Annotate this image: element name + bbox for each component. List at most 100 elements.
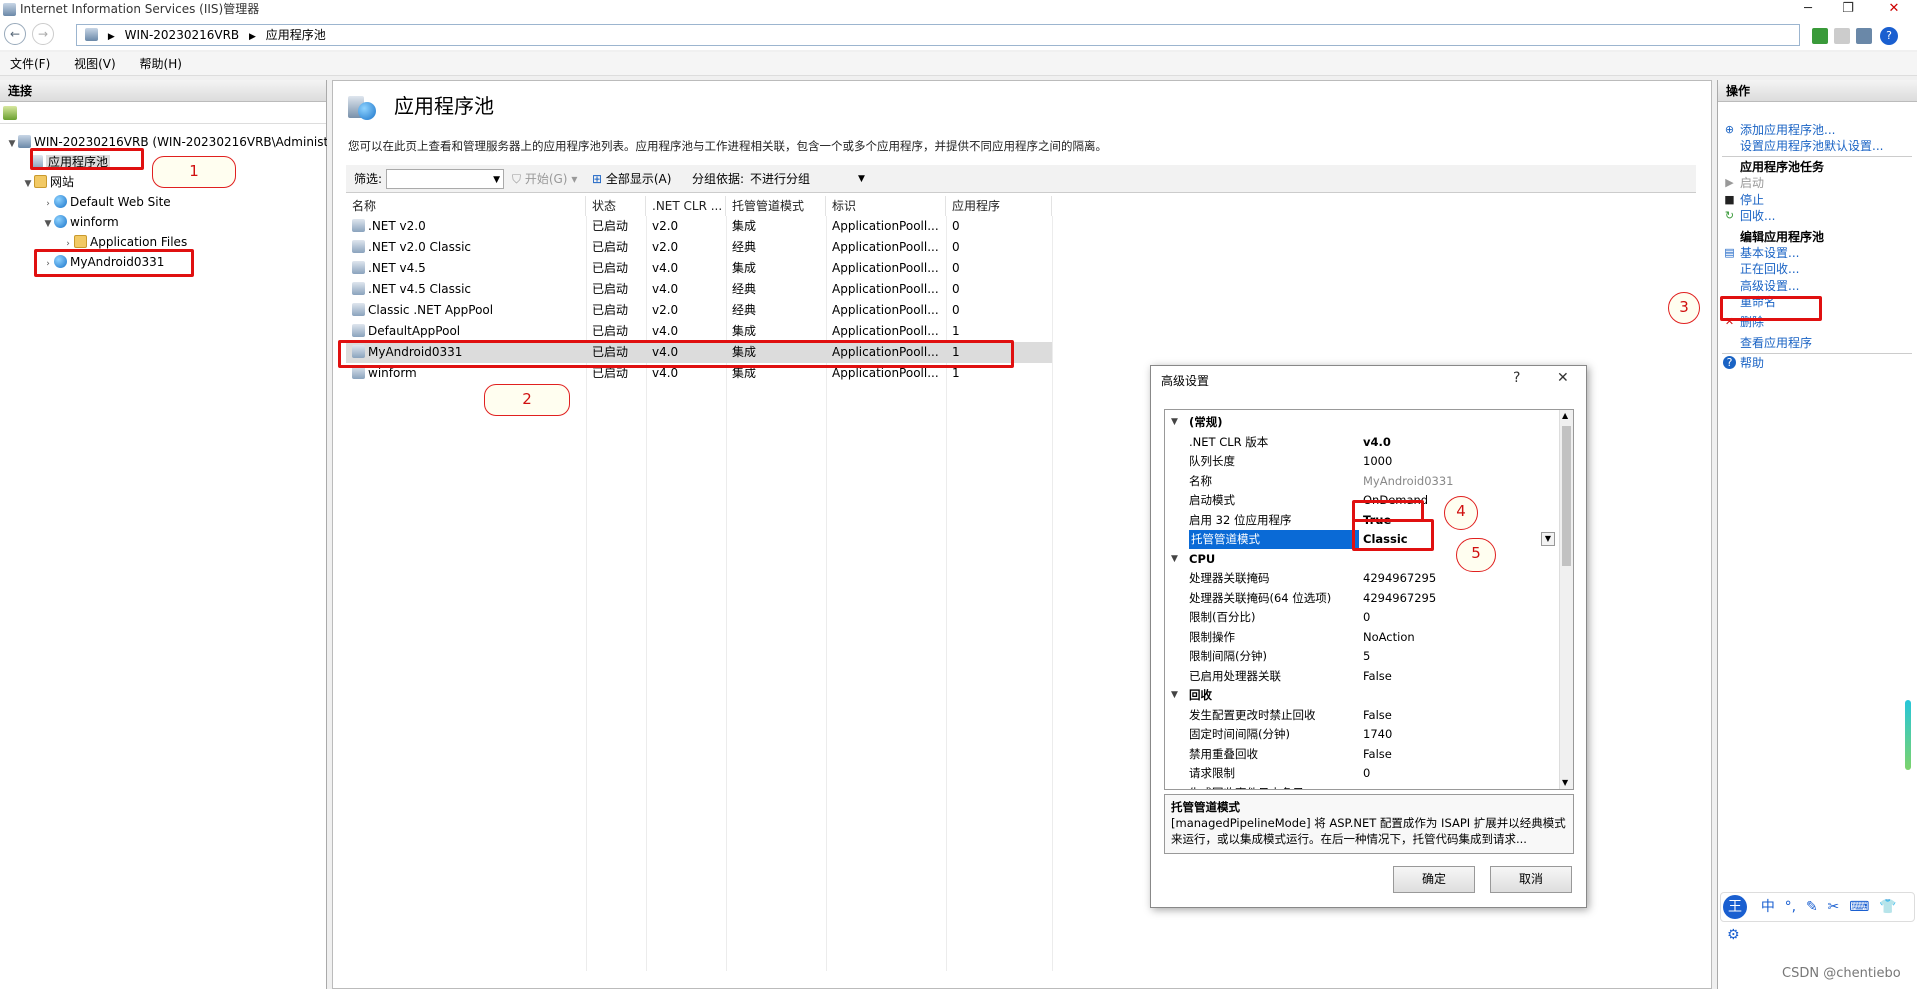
property-value[interactable]: False xyxy=(1363,706,1553,725)
property-row[interactable]: 名称 MyAndroid0331 xyxy=(1165,472,1561,491)
property-row[interactable]: 发生配置更改时禁止回收 False xyxy=(1165,706,1561,725)
ime-punctuation-icon[interactable]: °, xyxy=(1785,893,1796,921)
ime-keyboard-icon[interactable]: ⌨ xyxy=(1849,893,1869,921)
action-link[interactable]: 查看应用程序 xyxy=(1740,333,1812,353)
property-value[interactable]: False xyxy=(1363,745,1553,764)
property-row[interactable]: 限制间隔(分钟) 5 xyxy=(1165,647,1561,666)
filter-input[interactable]: ▼ xyxy=(386,169,504,189)
action-link[interactable]: 设置应用程序池默认设置... xyxy=(1740,136,1883,156)
breadcrumb-server[interactable]: WIN-20230216VRB xyxy=(125,28,240,42)
chevron-down-icon[interactable]: ▼ xyxy=(1171,413,1178,432)
property-value[interactable]: 4294967295 xyxy=(1363,589,1553,608)
tree-item-default-web-site[interactable]: › Default Web Site xyxy=(0,192,327,212)
table-row[interactable]: DefaultAppPool 已启动 v4.0 集成 ApplicationPooll.… xyxy=(346,321,1052,342)
column-header-pipeline[interactable]: 托管管道模式 xyxy=(726,196,826,216)
menu-file[interactable]: 文件(F) xyxy=(0,52,60,76)
property-value[interactable]: NoAction xyxy=(1363,628,1553,647)
scrollbar-thumb[interactable] xyxy=(1562,426,1571,566)
maximize-button[interactable]: ❐ xyxy=(1825,0,1871,20)
property-row[interactable]: 限制(百分比) 0 xyxy=(1165,608,1561,627)
property-row[interactable]: 处理器关联掩码 4294967295 xyxy=(1165,569,1561,588)
chevron-down-icon[interactable]: ▼ xyxy=(6,134,18,152)
connections-toolbar xyxy=(0,102,326,124)
show-all-button[interactable]: ⊞ 全部显示(A) xyxy=(592,165,671,193)
new-connection-icon[interactable] xyxy=(3,106,17,120)
start-filter-button[interactable]: ⛉ 开始(G) ▾ xyxy=(512,165,577,193)
property-value[interactable]: 0 xyxy=(1363,608,1553,627)
close-window-button[interactable]: ✕ xyxy=(1871,0,1917,20)
dialog-close-button[interactable]: ✕ xyxy=(1557,370,1569,386)
chevron-down-icon[interactable]: ▼ xyxy=(1171,686,1178,705)
help-nav-icon[interactable]: ? xyxy=(1880,27,1898,45)
property-scrollbar[interactable]: ▲ ▼ xyxy=(1559,410,1573,789)
property-row[interactable]: .NET CLR 版本 v4.0 xyxy=(1165,433,1561,452)
action-link[interactable]: 帮助 xyxy=(1740,353,1764,373)
property-value[interactable]: 1740 xyxy=(1363,725,1553,744)
chevron-right-icon[interactable]: › xyxy=(42,194,54,212)
back-button[interactable]: ← xyxy=(4,23,26,45)
property-value[interactable]: 4294967295 xyxy=(1363,569,1553,588)
property-row[interactable]: 已启用处理器关联 False xyxy=(1165,667,1561,686)
scroll-down-icon[interactable]: ▼ xyxy=(1562,778,1568,787)
column-header-identity[interactable]: 标识 xyxy=(826,196,946,216)
tree-item-winform[interactable]: ▼ winform xyxy=(0,212,327,232)
menu-view[interactable]: 视图(V) xyxy=(64,52,126,76)
chevron-down-icon[interactable]: ▼ xyxy=(22,174,34,192)
ime-handwriting-icon[interactable]: ✎ xyxy=(1806,893,1818,921)
column-header-apps[interactable]: 应用程序 xyxy=(946,196,1052,216)
table-row[interactable]: .NET v2.0 已启动 v2.0 集成 ApplicationPooll... 0 xyxy=(346,216,1052,237)
cell-text: 集成 xyxy=(732,324,757,338)
chevron-down-icon[interactable]: ▼ xyxy=(1171,550,1178,569)
table-row[interactable]: .NET v4.5 已启动 v4.0 集成 ApplicationPooll... 0 xyxy=(346,258,1052,279)
property-row[interactable]: 禁用重叠回收 False xyxy=(1165,745,1561,764)
column-header-clr[interactable]: .NET CLR ... xyxy=(646,196,726,216)
ime-settings-icon[interactable]: ⚙ xyxy=(1727,921,1740,949)
ok-button[interactable]: 确定 xyxy=(1393,866,1475,893)
breadcrumb-app-pools[interactable]: 应用程序池 xyxy=(266,28,326,42)
property-row[interactable]: 队列长度 1000 xyxy=(1165,452,1561,471)
home-icon[interactable] xyxy=(1856,28,1872,44)
forward-button[interactable]: → xyxy=(32,23,54,45)
property-row[interactable]: › 生成回收事件日志条目 xyxy=(1165,784,1561,790)
property-category[interactable]: ▼ CPU xyxy=(1165,550,1561,569)
property-row[interactable]: 限制操作 NoAction xyxy=(1165,628,1561,647)
property-category[interactable]: ▼ (常规) xyxy=(1165,413,1561,432)
dropdown-arrow-icon[interactable]: ▼ xyxy=(1541,532,1555,546)
refresh-icon[interactable] xyxy=(1812,28,1828,44)
property-value[interactable]: 1000 xyxy=(1363,452,1553,471)
property-row[interactable]: 固定时间间隔(分钟) 1740 xyxy=(1165,725,1561,744)
settings-icon: ▤ xyxy=(1724,246,1735,259)
chevron-right-icon[interactable]: › xyxy=(1173,784,1177,790)
table-row[interactable]: Classic .NET AppPool 已启动 v2.0 经典 Application… xyxy=(346,300,1052,321)
column-header-name[interactable]: 名称 xyxy=(346,196,586,216)
property-row[interactable]: 请求限制 0 xyxy=(1165,764,1561,783)
dialog-help-button[interactable]: ? xyxy=(1513,370,1520,386)
column-header-status[interactable]: 状态 xyxy=(586,196,646,216)
cell-text: 0 xyxy=(952,240,960,254)
group-by-select[interactable]: 不进行分组 ▼ xyxy=(750,165,868,193)
cancel-button[interactable]: 取消 xyxy=(1490,866,1572,893)
property-value[interactable]: False xyxy=(1363,667,1553,686)
property-row[interactable]: 处理器关联掩码(64 位选项) 4294967295 xyxy=(1165,589,1561,608)
address-bar[interactable]: ▶ WIN-20230216VRB ▶ 应用程序池 xyxy=(76,24,1800,46)
table-row[interactable]: .NET v4.5 Classic 已启动 v4.0 经典 ApplicationPoo… xyxy=(346,279,1052,300)
property-value[interactable]: v4.0 xyxy=(1363,433,1553,452)
property-value[interactable]: MyAndroid0331 xyxy=(1363,472,1553,491)
ime-scissors-icon[interactable]: ✂ xyxy=(1828,893,1840,921)
chevron-down-icon[interactable]: ▼ xyxy=(42,214,54,232)
table-row[interactable]: .NET v2.0 Classic 已启动 v2.0 经典 ApplicationPoo… xyxy=(346,237,1052,258)
cell-text: .NET v2.0 xyxy=(368,219,426,233)
stop-nav-icon[interactable] xyxy=(1834,28,1850,44)
property-category[interactable]: ▼ 回收 xyxy=(1165,686,1561,705)
property-value[interactable]: 0 xyxy=(1363,764,1553,783)
ime-chinese-mode[interactable]: 中 xyxy=(1761,893,1775,921)
property-value[interactable]: 5 xyxy=(1363,647,1553,666)
cell-text: ApplicationPooll... xyxy=(832,282,939,296)
cell-text: v4.0 xyxy=(652,366,679,380)
action-link[interactable]: 回收... xyxy=(1740,206,1775,226)
table-cell: 1 xyxy=(946,321,1052,342)
ime-logo-icon[interactable]: 王 xyxy=(1723,895,1747,919)
menu-help[interactable]: 帮助(H) xyxy=(130,52,192,76)
scroll-up-icon[interactable]: ▲ xyxy=(1562,411,1568,420)
ime-skin-icon[interactable]: 👕 xyxy=(1879,893,1896,921)
